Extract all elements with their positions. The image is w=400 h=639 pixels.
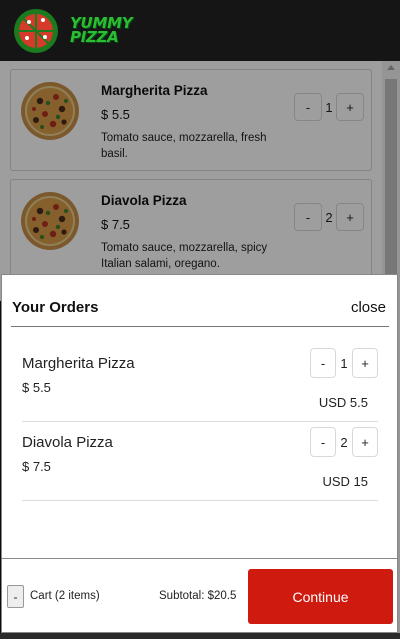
order-item-price: $ 7.5 — [22, 459, 51, 474]
cart-toggle-button[interactable]: - — [7, 585, 24, 608]
order-item-name: Diavola Pizza — [22, 434, 113, 451]
order-item-total: USD 15 — [322, 474, 368, 489]
quantity-stepper: - 2 + — [310, 427, 378, 457]
brand-line-2: PIZZA — [70, 28, 119, 46]
bottom-edge — [0, 633, 400, 639]
divider — [11, 326, 389, 327]
increment-button[interactable]: + — [352, 427, 378, 457]
orders-title: Your Orders — [12, 299, 99, 316]
order-item: Diavola Pizza $ 7.5 - 2 + USD 15 — [22, 422, 378, 501]
pizza-icon — [14, 9, 58, 53]
cart-footer: - Cart (2 items) Subtotal: $20.5 Continu… — [1, 558, 398, 633]
order-item-name: Margherita Pizza — [22, 355, 135, 372]
decrement-button[interactable]: - — [310, 427, 336, 457]
quantity-stepper: - 1 + — [310, 348, 378, 378]
brand-logo-text: YUMMY PIZZA — [70, 16, 133, 46]
app-header: YUMMY PIZZA — [0, 0, 400, 61]
decrement-button[interactable]: - — [310, 348, 336, 378]
increment-button[interactable]: + — [352, 348, 378, 378]
continue-button[interactable]: Continue — [248, 569, 393, 624]
order-item: Margherita Pizza $ 5.5 - 1 + USD 5.5 — [22, 343, 378, 422]
quantity-value: 1 — [340, 355, 348, 371]
orders-panel: Your Orders close Margherita Pizza $ 5.5… — [1, 274, 398, 558]
order-item-price: $ 5.5 — [22, 380, 51, 395]
close-button[interactable]: close — [351, 299, 386, 316]
order-item-total: USD 5.5 — [318, 395, 368, 410]
cart-summary: Cart (2 items) — [30, 590, 100, 602]
quantity-value: 2 — [340, 434, 348, 450]
subtotal: Subtotal: $20.5 — [159, 590, 237, 602]
